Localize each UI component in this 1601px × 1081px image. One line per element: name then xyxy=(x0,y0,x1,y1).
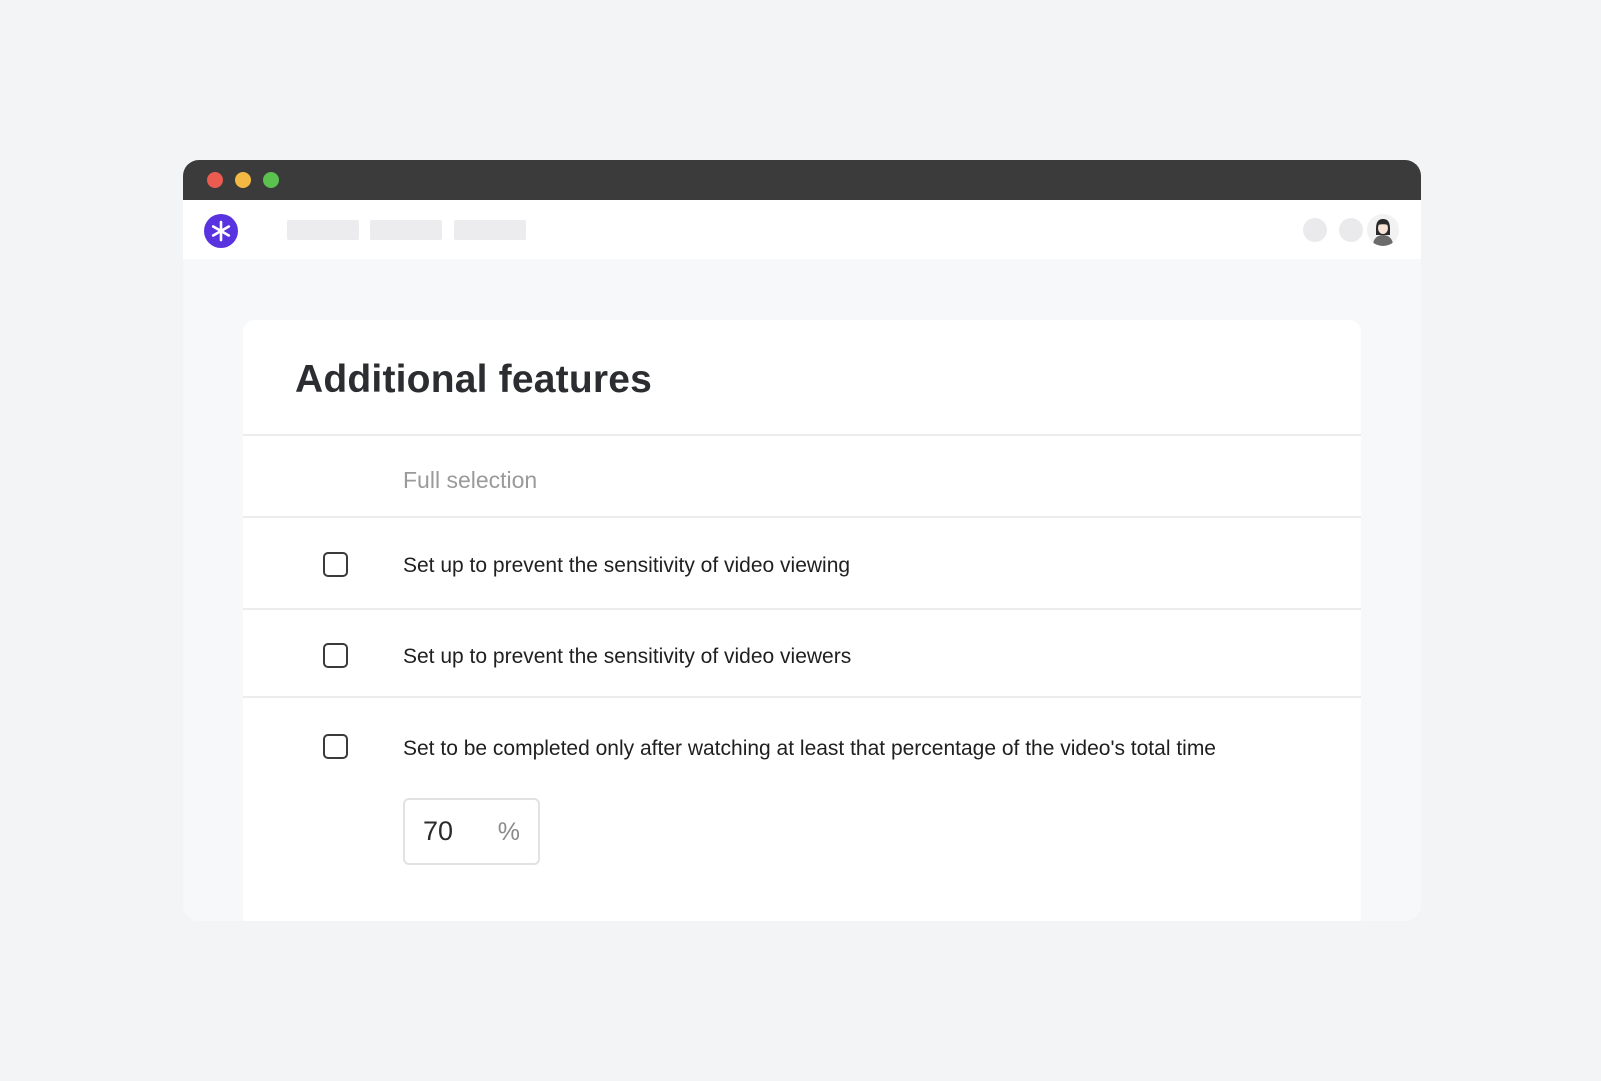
percentage-input[interactable]: 70 % xyxy=(403,798,540,865)
window-titlebar xyxy=(183,160,1421,200)
divider xyxy=(243,434,1361,436)
header-action-button-2[interactable] xyxy=(1339,218,1363,242)
header-action-button-1[interactable] xyxy=(1303,218,1327,242)
full-selection-label[interactable]: Full selection xyxy=(403,467,537,494)
additional-features-card: Additional features Full selection Set u… xyxy=(243,320,1361,921)
checkbox-video-viewing[interactable] xyxy=(323,552,348,577)
page-title: Additional features xyxy=(295,358,653,401)
avatar-icon xyxy=(1367,214,1399,246)
user-avatar[interactable] xyxy=(1367,214,1399,246)
minimize-window-dot[interactable] xyxy=(235,172,251,188)
app-header xyxy=(183,200,1421,259)
browser-window: Additional features Full selection Set u… xyxy=(183,160,1421,921)
asterisk-logo-icon[interactable] xyxy=(204,214,238,248)
option-label-watch-percentage: Set to be completed only after watching … xyxy=(403,737,1216,760)
percent-unit-label: % xyxy=(497,818,520,846)
checkbox-video-viewers[interactable] xyxy=(323,643,348,668)
nav-placeholder-2[interactable] xyxy=(370,220,442,240)
maximize-window-dot[interactable] xyxy=(263,172,279,188)
divider xyxy=(243,516,1361,518)
nav-placeholder-3[interactable] xyxy=(454,220,526,240)
percentage-value[interactable]: 70 xyxy=(423,816,453,847)
close-window-dot[interactable] xyxy=(207,172,223,188)
option-label-video-viewing: Set up to prevent the sensitivity of vid… xyxy=(403,554,851,577)
asterisk-icon xyxy=(211,220,231,242)
checkbox-watch-percentage[interactable] xyxy=(323,734,348,759)
nav-placeholder-1[interactable] xyxy=(287,220,359,240)
divider xyxy=(243,608,1361,610)
option-label-video-viewers: Set up to prevent the sensitivity of vid… xyxy=(403,645,852,668)
divider xyxy=(243,696,1361,698)
